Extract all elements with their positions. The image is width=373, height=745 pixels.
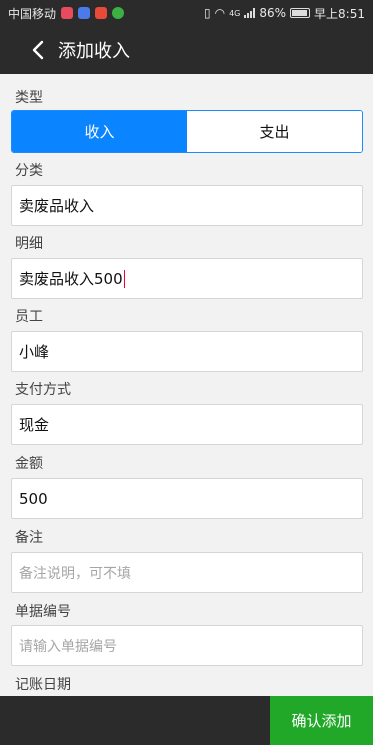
- battery-icon: [290, 8, 311, 18]
- type-income-tab[interactable]: 收入: [12, 111, 187, 152]
- type-label: 类型: [15, 90, 43, 106]
- amount-label: 金额: [15, 456, 43, 472]
- category-label: 分类: [15, 163, 43, 179]
- type-segmented-control: 收入 支出: [11, 110, 363, 153]
- carrier-label: 中国移动: [8, 6, 57, 21]
- amount-value: 500: [19, 489, 48, 508]
- battery-percent: 86%: [259, 6, 287, 20]
- payment-field[interactable]: 现金: [11, 404, 363, 445]
- text-cursor: [123, 269, 125, 288]
- signal-icon: [244, 8, 256, 18]
- network-label: 4G: [229, 8, 241, 18]
- nav-bar: 添加收入: [0, 26, 373, 74]
- app-notification-icon: [95, 7, 108, 19]
- employee-field[interactable]: 小峰: [11, 331, 363, 372]
- type-expense-tab[interactable]: 支出: [187, 111, 362, 152]
- receipt-number-placeholder: 请输入单据编号: [19, 638, 117, 655]
- date-label: 记账日期: [15, 677, 71, 693]
- employee-value: 小峰: [19, 343, 50, 361]
- category-value: 卖废品收入: [19, 197, 95, 215]
- status-bar: 中国移动 ▯ ◠ 4G 86% 早上8:51: [0, 0, 373, 26]
- vibrate-icon: ▯: [203, 6, 211, 20]
- payment-value: 现金: [19, 416, 50, 434]
- receipt-number-field[interactable]: 请输入单据编号: [11, 625, 363, 666]
- confirm-add-button[interactable]: 确认添加: [270, 696, 373, 745]
- form-content: 类型 收入 支出 分类 卖废品收入 明细 卖废品收入500 员工 小峰 支付方式…: [0, 74, 373, 696]
- detail-label: 明细: [15, 236, 43, 252]
- clock: 早上8:51: [314, 6, 365, 21]
- app-notification-icon: [61, 7, 74, 19]
- app-notification-icon: [78, 7, 91, 19]
- employee-label: 员工: [15, 309, 43, 325]
- amount-field[interactable]: 500: [11, 478, 363, 519]
- wifi-icon: ◠: [214, 6, 226, 20]
- remark-field[interactable]: 备注说明，可不填: [11, 552, 363, 593]
- remark-placeholder: 备注说明，可不填: [19, 565, 131, 582]
- category-field[interactable]: 卖废品收入: [11, 185, 363, 226]
- page-title: 添加收入: [58, 41, 130, 62]
- wechat-icon: [112, 7, 125, 19]
- bottom-bar: 确认添加: [0, 696, 373, 745]
- payment-label: 支付方式: [15, 382, 71, 398]
- remark-label: 备注: [15, 530, 43, 546]
- detail-field[interactable]: 卖废品收入500: [11, 258, 363, 299]
- back-arrow-icon[interactable]: [18, 26, 58, 74]
- receipt-number-label: 单据编号: [15, 604, 71, 620]
- detail-value: 卖废品收入500: [19, 270, 123, 288]
